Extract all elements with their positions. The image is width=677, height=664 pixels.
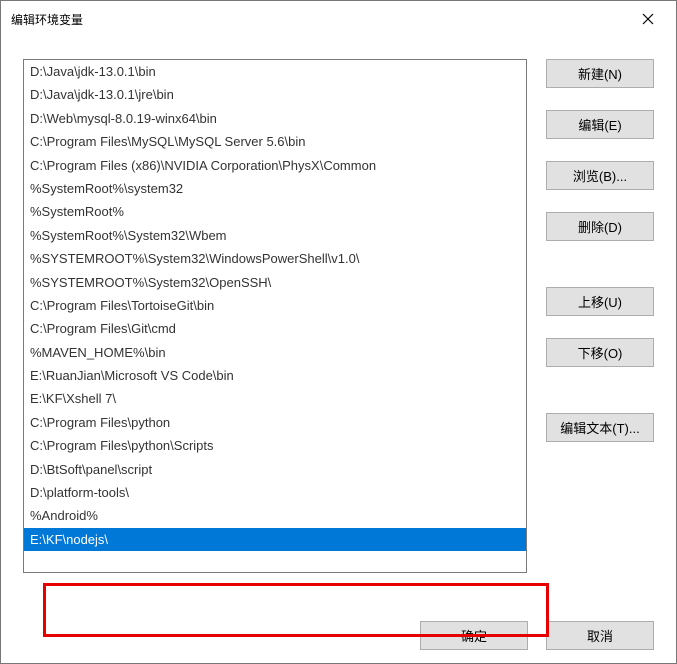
path-list-item[interactable]: %SystemRoot%\system32 [24, 177, 526, 200]
path-list-border: D:\Java\jdk-13.0.1\binD:\Java\jdk-13.0.1… [23, 59, 527, 573]
path-list-item[interactable]: %MAVEN_HOME%\bin [24, 341, 526, 364]
path-list-item[interactable]: E:\KF\Xshell 7\ [24, 387, 526, 410]
edit-text-button[interactable]: 编辑文本(T)... [546, 413, 654, 442]
move-up-button[interactable]: 上移(U) [546, 287, 654, 316]
path-list-item[interactable]: D:\BtSoft\panel\script [24, 458, 526, 481]
new-button[interactable]: 新建(N) [546, 59, 654, 88]
path-list[interactable]: D:\Java\jdk-13.0.1\binD:\Java\jdk-13.0.1… [24, 60, 526, 572]
dialog-title: 编辑环境变量 [11, 11, 83, 28]
path-list-item[interactable]: C:\Program Files\python [24, 411, 526, 434]
side-buttons: 新建(N) 编辑(E) 浏览(B)... 删除(D) 上移(U) 下移(O) 编… [546, 59, 654, 597]
move-down-button[interactable]: 下移(O) [546, 338, 654, 367]
close-icon [642, 13, 654, 25]
path-list-item[interactable]: C:\Program Files\python\Scripts [24, 434, 526, 457]
delete-button[interactable]: 删除(D) [546, 212, 654, 241]
edit-button[interactable]: 编辑(E) [546, 110, 654, 139]
path-list-item[interactable]: C:\Program Files\TortoiseGit\bin [24, 294, 526, 317]
path-list-item[interactable]: E:\RuanJian\Microsoft VS Code\bin [24, 364, 526, 387]
dialog-footer: 确定 取消 [1, 607, 676, 663]
path-list-item[interactable]: C:\Program Files\Git\cmd [24, 317, 526, 340]
path-list-item[interactable]: D:\Web\mysql-8.0.19-winx64\bin [24, 107, 526, 130]
close-button[interactable] [628, 5, 668, 33]
cancel-button[interactable]: 取消 [546, 621, 654, 650]
list-wrap: D:\Java\jdk-13.0.1\binD:\Java\jdk-13.0.1… [23, 59, 528, 597]
path-list-item[interactable]: %SYSTEMROOT%\System32\WindowsPowerShell\… [24, 247, 526, 270]
path-list-item[interactable]: %Android% [24, 504, 526, 527]
path-list-item[interactable]: C:\Program Files (x86)\NVIDIA Corporatio… [24, 154, 526, 177]
path-list-item[interactable]: E:\KF\nodejs\ [24, 528, 526, 551]
path-list-item[interactable]: %SystemRoot% [24, 200, 526, 223]
ok-button[interactable]: 确定 [420, 621, 528, 650]
env-var-edit-dialog: 编辑环境变量 D:\Java\jdk-13.0.1\binD:\Java\jdk… [0, 0, 677, 664]
path-list-item[interactable]: C:\Program Files\MySQL\MySQL Server 5.6\… [24, 130, 526, 153]
dialog-content: D:\Java\jdk-13.0.1\binD:\Java\jdk-13.0.1… [1, 37, 676, 607]
path-list-item[interactable]: D:\Java\jdk-13.0.1\jre\bin [24, 83, 526, 106]
path-list-item[interactable]: %SYSTEMROOT%\System32\OpenSSH\ [24, 271, 526, 294]
path-list-item[interactable]: D:\platform-tools\ [24, 481, 526, 504]
browse-button[interactable]: 浏览(B)... [546, 161, 654, 190]
path-list-item[interactable]: %SystemRoot%\System32\Wbem [24, 224, 526, 247]
titlebar: 编辑环境变量 [1, 1, 676, 37]
path-list-item[interactable]: D:\Java\jdk-13.0.1\bin [24, 60, 526, 83]
